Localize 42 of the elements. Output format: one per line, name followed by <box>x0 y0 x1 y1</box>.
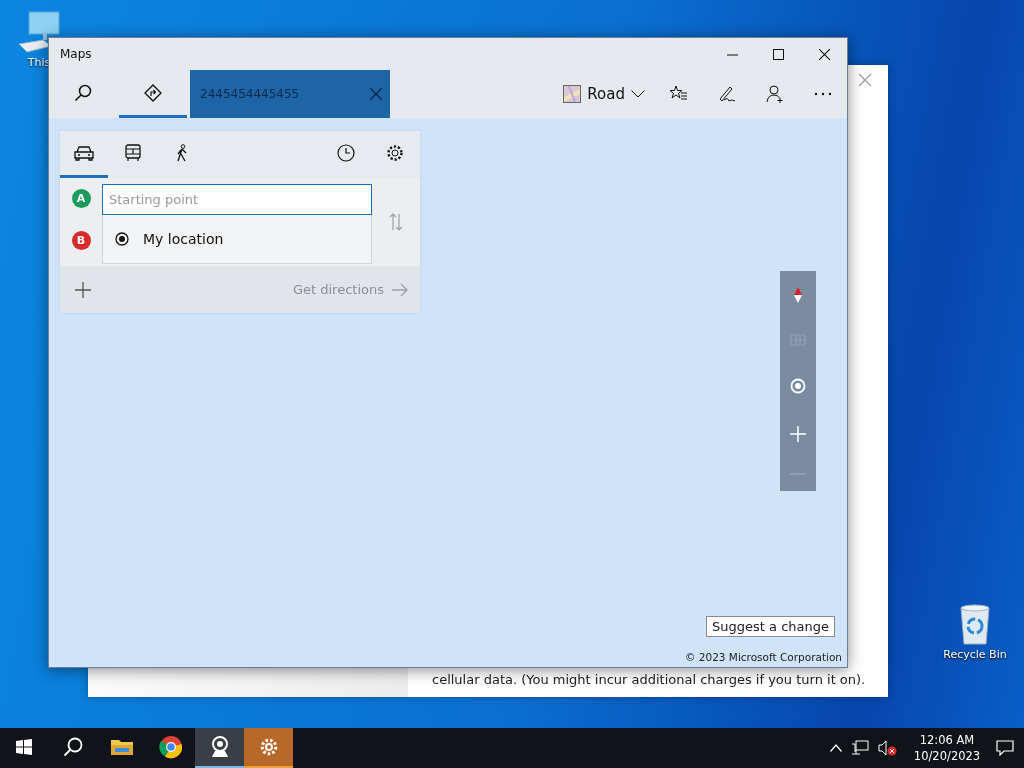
icon-label: Recycle Bin <box>943 648 1007 661</box>
chevron-up-icon[interactable] <box>830 744 842 752</box>
search-icon <box>62 737 83 757</box>
add-person-icon[interactable] <box>766 85 784 103</box>
map-thumbnail-icon <box>563 85 582 103</box>
search-icon <box>74 83 92 102</box>
taskbar-app-button[interactable] <box>195 728 244 768</box>
settings-icon <box>258 737 279 757</box>
clock-icon[interactable] <box>337 144 355 162</box>
maximize-icon[interactable] <box>772 48 784 60</box>
location-radio-icon <box>115 232 129 246</box>
map-style-dropdown[interactable]: Road <box>563 70 655 118</box>
muted-speaker-icon[interactable] <box>878 740 898 756</box>
network-icon[interactable] <box>851 740 869 756</box>
walking-person-icon <box>175 144 189 162</box>
settings-icon[interactable] <box>386 144 404 162</box>
folder-icon <box>109 737 134 757</box>
body-text: cellular data. (You might incur additional charges if you turn it on). <box>432 672 867 687</box>
notification-icon[interactable] <box>996 740 1014 756</box>
bus-icon <box>125 144 141 162</box>
copyright-text: © 2023 Microsoft Corporation <box>684 651 842 663</box>
directions-icon <box>144 83 162 102</box>
close-icon[interactable] <box>818 48 830 60</box>
compass-icon[interactable] <box>793 286 803 303</box>
clock-date[interactable]: 10/20/2023 <box>913 748 981 764</box>
pen-icon[interactable] <box>718 85 736 103</box>
location-icon[interactable] <box>790 378 806 394</box>
waypoint-marker: B <box>71 231 91 250</box>
suggestion-item[interactable]: My location <box>102 215 372 264</box>
windows-start-icon[interactable] <box>16 739 32 755</box>
add-icon[interactable] <box>74 280 92 299</box>
car-icon <box>74 145 94 161</box>
waypoint-marker: A <box>71 189 91 208</box>
clock-time[interactable]: 12:06 AM <box>919 732 975 748</box>
chrome-icon <box>158 735 183 759</box>
arrow-right-icon <box>392 282 408 297</box>
window-title: Maps <box>59 47 93 61</box>
chevron-down-icon <box>631 90 645 98</box>
favorites-icon[interactable] <box>670 85 688 103</box>
zoom-in-icon[interactable] <box>790 425 806 442</box>
suggest-change-button[interactable]: Suggest a change <box>706 616 835 637</box>
start-field[interactable]: Starting point <box>102 184 372 215</box>
